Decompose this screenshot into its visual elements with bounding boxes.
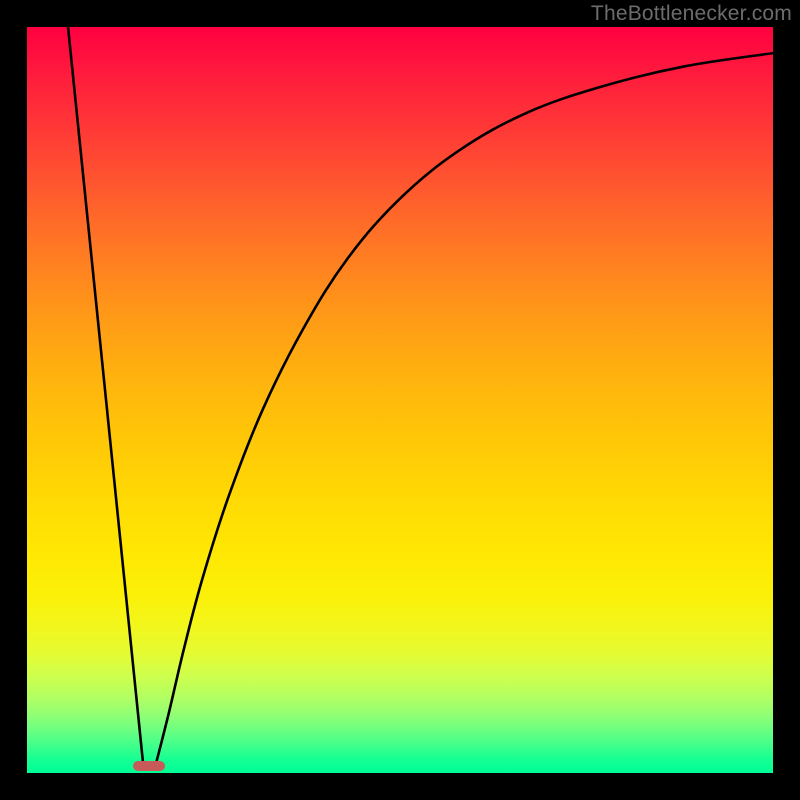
watermark-text: TheBottlenecker.com [591, 2, 792, 26]
bottleneck-curve [27, 27, 773, 773]
chart-frame: TheBottlenecker.com [0, 0, 800, 800]
right-curve [155, 53, 773, 766]
left-line [68, 27, 143, 766]
plot-area [27, 27, 773, 773]
sweet-spot-marker [133, 761, 165, 771]
